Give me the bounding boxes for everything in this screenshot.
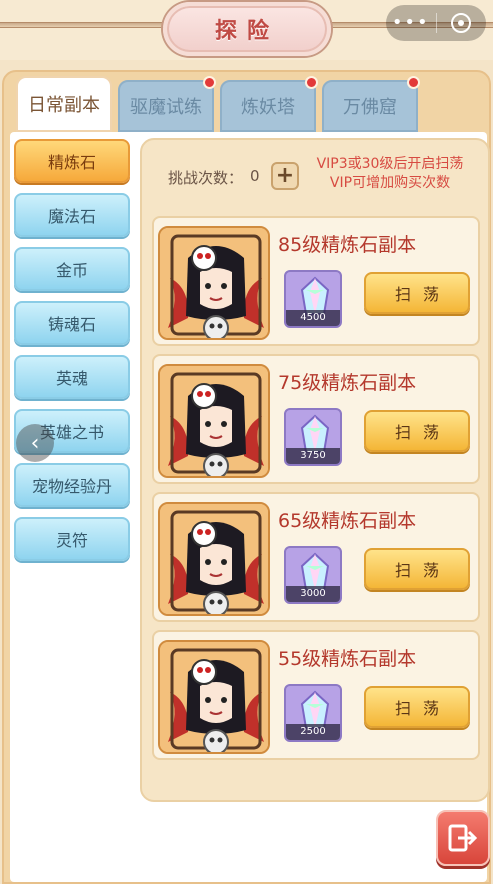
tab-buddha-cave[interactable]: 万佛窟 [322,76,420,132]
page-title: 探险 [214,19,279,44]
title-plaque: 探险 [163,2,331,56]
dungeon-title: 55级精炼石副本 [278,648,417,670]
side-item-label: 英魂 [55,369,88,388]
exit-button[interactable] [436,810,490,866]
boss-portrait-icon [158,640,270,754]
side-item-label: 铸魂石 [47,315,96,334]
tab-label: 炼妖塔 [241,97,295,118]
add-challenge-button[interactable]: + [271,162,299,190]
side-item-soul-forge-stone[interactable]: 铸魂石 [14,301,130,345]
dungeon-card: 55级精炼石副本 2500 扫荡 [152,630,480,760]
side-item-label: 魔法石 [47,207,96,226]
tab-exorcism-trial[interactable]: 驱魔试练 [118,76,216,132]
vip-note-line: VIP可增加购买次数 [329,175,451,191]
side-item-pet-exp-pill[interactable]: 宠物经验丹 [14,463,130,507]
reward-quantity: 4500 [286,310,340,326]
sweep-button[interactable]: 扫荡 [364,548,470,590]
dungeon-title: 75级精炼石副本 [278,372,417,394]
tab-label: 日常副本 [28,95,100,116]
vip-note-line: VIP3或30级后开启扫荡 [316,156,464,172]
dungeon-card: 75级精炼石副本 3750 扫荡 [152,354,480,484]
tab-daily-dungeon[interactable]: 日常副本 [16,76,112,132]
close-target-icon[interactable] [437,13,487,33]
challenge-count-label: 挑战次数： [168,169,244,187]
challenge-count-value: 0 [250,167,260,185]
side-item-gold[interactable]: 金币 [14,247,130,291]
notification-badge [407,76,420,89]
refining-stone-icon: 2500 [284,684,342,742]
boss-portrait-icon [158,502,270,616]
side-item-magic-stone[interactable]: 魔法石 [14,193,130,237]
dungeon-card: 65级精炼石副本 3000 扫荡 [152,492,480,622]
dungeon-title: 65级精炼石副本 [278,510,417,532]
side-item-label: 金币 [55,261,88,280]
exit-icon [448,824,478,852]
refining-stone-icon: 4500 [284,270,342,328]
side-item-label: 宠物经验丹 [31,477,112,496]
dungeon-title: 85级精炼石副本 [278,234,417,256]
tab-demon-tower[interactable]: 炼妖塔 [220,76,318,132]
reward-quantity: 2500 [286,724,340,740]
reward-quantity: 3750 [286,448,340,464]
notification-badge [305,76,318,89]
side-item-label: 精炼石 [47,153,96,172]
more-dots-icon[interactable]: ••• [386,5,436,41]
sweep-button[interactable]: 扫荡 [364,272,470,314]
boss-portrait-icon [158,226,270,340]
boss-portrait-icon [158,364,270,478]
sweep-button[interactable]: 扫荡 [364,686,470,728]
tab-label: 驱魔试练 [130,97,202,118]
sweep-button[interactable]: 扫荡 [364,410,470,452]
dungeon-list-area: 挑战次数： 0 + VIP3或30级后开启扫荡 VIP可增加购买次数 85级精炼… [140,138,490,802]
refining-stone-icon: 3000 [284,546,342,604]
side-item-label: 灵符 [55,531,88,550]
title-bar: 探险 ••• [0,0,493,60]
dungeon-card: 85级精炼石副本 4500 扫荡 [152,216,480,346]
notification-badge [203,76,216,89]
back-chevron-icon[interactable]: ‹ [16,424,54,462]
vip-note: VIP3或30级后开启扫荡 VIP可增加购买次数 [300,155,480,193]
side-item-refining-stone[interactable]: 精炼石 [14,139,130,183]
side-item-talisman[interactable]: 灵符 [14,517,130,561]
reward-quantity: 3000 [286,586,340,602]
miniprogram-capsule: ••• [386,5,486,41]
tab-label: 万佛窟 [343,97,397,118]
refining-stone-icon: 3750 [284,408,342,466]
side-item-hero-soul[interactable]: 英魂 [14,355,130,399]
